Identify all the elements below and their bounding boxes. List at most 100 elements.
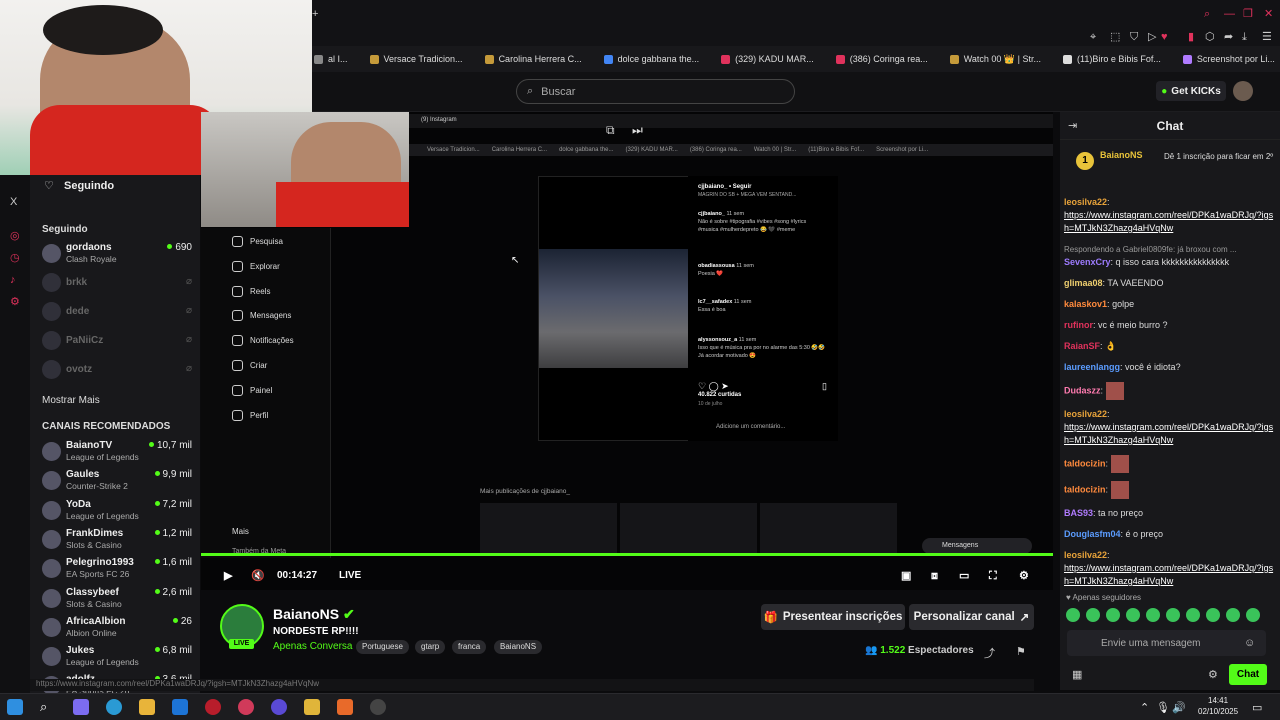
- ig-nav-item[interactable]: Painel: [232, 384, 272, 396]
- chat-username[interactable]: rufinor: [1064, 320, 1093, 330]
- new-tab-icon[interactable]: +: [312, 8, 318, 20]
- collapse-chat-icon[interactable]: ⇥: [1068, 119, 1077, 132]
- emote-icon[interactable]: [1146, 608, 1160, 622]
- notification-icon[interactable]: ▭: [1252, 702, 1262, 714]
- chat-send-button[interactable]: Chat: [1229, 664, 1267, 685]
- inner-bookmark[interactable]: Carolina Herrera C...: [492, 147, 547, 153]
- chat-message[interactable]: leosilva22: https://www.instagram.com/re…: [1064, 408, 1276, 447]
- progress-bar[interactable]: [201, 553, 1053, 556]
- customize-channel-button[interactable]: Personalizar canal ↗: [909, 604, 1034, 630]
- minimize-icon[interactable]: —: [1224, 8, 1235, 20]
- emote-icon[interactable]: [1186, 608, 1200, 622]
- clip-icon[interactable]: ⧈: [931, 570, 938, 582]
- chat-message[interactable]: RaianSF: 👌: [1064, 340, 1276, 353]
- bookmark[interactable]: al I...: [314, 54, 348, 64]
- chat-username[interactable]: leosilva22: [1064, 550, 1107, 560]
- chat-message[interactable]: taldocizin:: [1064, 455, 1276, 473]
- search-icon[interactable]: ⌕: [1204, 8, 1210, 20]
- close-icon[interactable]: ✕: [1264, 8, 1273, 20]
- comment-user[interactable]: alyssonsouz_a: [698, 337, 737, 343]
- emote-icon[interactable]: [1226, 608, 1240, 622]
- pin-icon[interactable]: ⌖: [1090, 31, 1096, 43]
- capture-icon[interactable]: ⬚: [1110, 31, 1120, 43]
- following-channel[interactable]: brkk ⌀: [42, 271, 192, 295]
- comment-user[interactable]: cjjbaiano_: [698, 211, 725, 217]
- heart-icon[interactable]: ♥: [1161, 31, 1168, 43]
- inner-bookmark[interactable]: Versace Tradicion...: [427, 147, 480, 153]
- chat-message[interactable]: rufinor: vc é meio burro ?: [1064, 319, 1276, 332]
- bookmark[interactable]: (11)Biro e Bibis Fof...: [1062, 54, 1161, 64]
- theater-icon[interactable]: ▭: [959, 570, 969, 582]
- opera-icon[interactable]: [238, 699, 254, 715]
- emote-icon[interactable]: [1166, 608, 1180, 622]
- inner-bookmark[interactable]: (329) KADU MAR...: [625, 147, 677, 153]
- recommended-channel[interactable]: Pelegrino1993 EA Sports FC 26 1,6 mil: [42, 557, 192, 581]
- discord-icon[interactable]: [271, 699, 287, 715]
- outlook-icon[interactable]: [172, 699, 188, 715]
- emote-icon[interactable]: [1086, 608, 1100, 622]
- recommended-channel[interactable]: YoDa League of Legends 7,2 mil: [42, 499, 192, 523]
- copilot-icon[interactable]: [73, 699, 89, 715]
- stream-tag[interactable]: Portuguese: [356, 640, 409, 654]
- chat-link[interactable]: https://www.instagram.com/reel/DPKa1waDR…: [1064, 210, 1273, 233]
- user-avatar[interactable]: [1233, 81, 1253, 101]
- stream-tag[interactable]: franca: [452, 640, 487, 654]
- emote-icon[interactable]: [1126, 608, 1140, 622]
- chat-message[interactable]: taldocizin:: [1064, 481, 1276, 499]
- show-more-link[interactable]: Mostrar Mais: [42, 395, 100, 406]
- music-icon[interactable]: ♪: [10, 274, 16, 286]
- comment-user[interactable]: lc7__safadex: [698, 299, 732, 305]
- stream-tag[interactable]: gtarp: [415, 640, 446, 654]
- recommended-channel[interactable]: Gaules Counter-Strike 2 9,9 mil: [42, 469, 192, 493]
- inner-bookmark[interactable]: (11)Biro e Bibis Fof...: [808, 147, 864, 153]
- chat-username[interactable]: taldocizin: [1064, 484, 1106, 494]
- ig-nav-item[interactable]: Notificações: [232, 335, 294, 347]
- ig-messages-button[interactable]: Mensagens: [922, 538, 1032, 554]
- chat-message[interactable]: Dudaszz:: [1064, 382, 1276, 400]
- chat-message[interactable]: Douglasfm04: é o preço: [1064, 528, 1276, 541]
- ig-nav-item[interactable]: Pesquisa: [232, 236, 283, 247]
- recommended-channel[interactable]: Jukes League of Legends 6,8 mil: [42, 645, 192, 669]
- fullscreen-icon[interactable]: ⛶: [989, 570, 997, 582]
- post-action-icons[interactable]: ♡ ◯ ➤: [698, 381, 729, 392]
- emoji-icon[interactable]: ☺: [1244, 637, 1255, 649]
- stream-tag[interactable]: BaianoNS: [494, 640, 543, 654]
- following-channel[interactable]: ovotz ⌀: [42, 358, 192, 382]
- x-icon[interactable]: X: [10, 196, 17, 208]
- skip-icon[interactable]: ⏭: [632, 123, 643, 138]
- mute-icon[interactable]: 🔇: [251, 570, 265, 582]
- chat-username[interactable]: Dudaszz: [1064, 385, 1101, 395]
- download-icon[interactable]: ⤓: [1242, 31, 1247, 43]
- chat-message[interactable]: laureenlangg: você é idiota?: [1064, 361, 1276, 374]
- following-channel[interactable]: PaNiiCz ⌀: [42, 329, 192, 353]
- ig-more[interactable]: Mais: [232, 527, 249, 536]
- post-thumb[interactable]: [480, 503, 617, 553]
- chat-username[interactable]: leosilva22: [1064, 409, 1107, 419]
- chat-message[interactable]: BAS93: ta no preço: [1064, 507, 1276, 520]
- emote-icon[interactable]: [1066, 608, 1080, 622]
- share-icon[interactable]: ⤴: [984, 645, 995, 661]
- inner-bookmark[interactable]: Watch 00 | Str...: [754, 147, 796, 153]
- chat-username[interactable]: leosilva22: [1064, 197, 1107, 207]
- chat-username[interactable]: Douglasfm04: [1064, 529, 1121, 539]
- search-input[interactable]: ⌕ Buscar: [516, 79, 795, 104]
- emote-icon[interactable]: [1106, 608, 1120, 622]
- inner-bookmark[interactable]: dolce gabbana the...: [559, 147, 613, 153]
- explorer-icon[interactable]: [139, 699, 155, 715]
- windows-start-icon[interactable]: [7, 699, 23, 715]
- post-user[interactable]: cjjbaiano_ • Seguir: [698, 184, 751, 190]
- obs-icon[interactable]: [370, 699, 386, 715]
- settings-icon[interactable]: ⚙: [1019, 570, 1029, 582]
- extension-icon[interactable]: ▮: [1188, 31, 1194, 43]
- save-icon[interactable]: ▯: [822, 381, 827, 392]
- edge-icon[interactable]: [106, 699, 122, 715]
- chat-username[interactable]: kalaskov1: [1064, 299, 1107, 309]
- chat-message[interactable]: Respondendo a Gabriel0809fe: já broxou c…: [1064, 243, 1276, 269]
- post-thumb[interactable]: [620, 503, 757, 553]
- chat-link[interactable]: https://www.instagram.com/reel/DPKa1waDR…: [1064, 563, 1273, 586]
- app-icon[interactable]: [205, 699, 221, 715]
- post-thumb[interactable]: [760, 503, 897, 553]
- chat-username[interactable]: glimaa08: [1064, 278, 1103, 288]
- shield-icon[interactable]: ⛉: [1130, 31, 1138, 43]
- app2-icon[interactable]: [337, 699, 353, 715]
